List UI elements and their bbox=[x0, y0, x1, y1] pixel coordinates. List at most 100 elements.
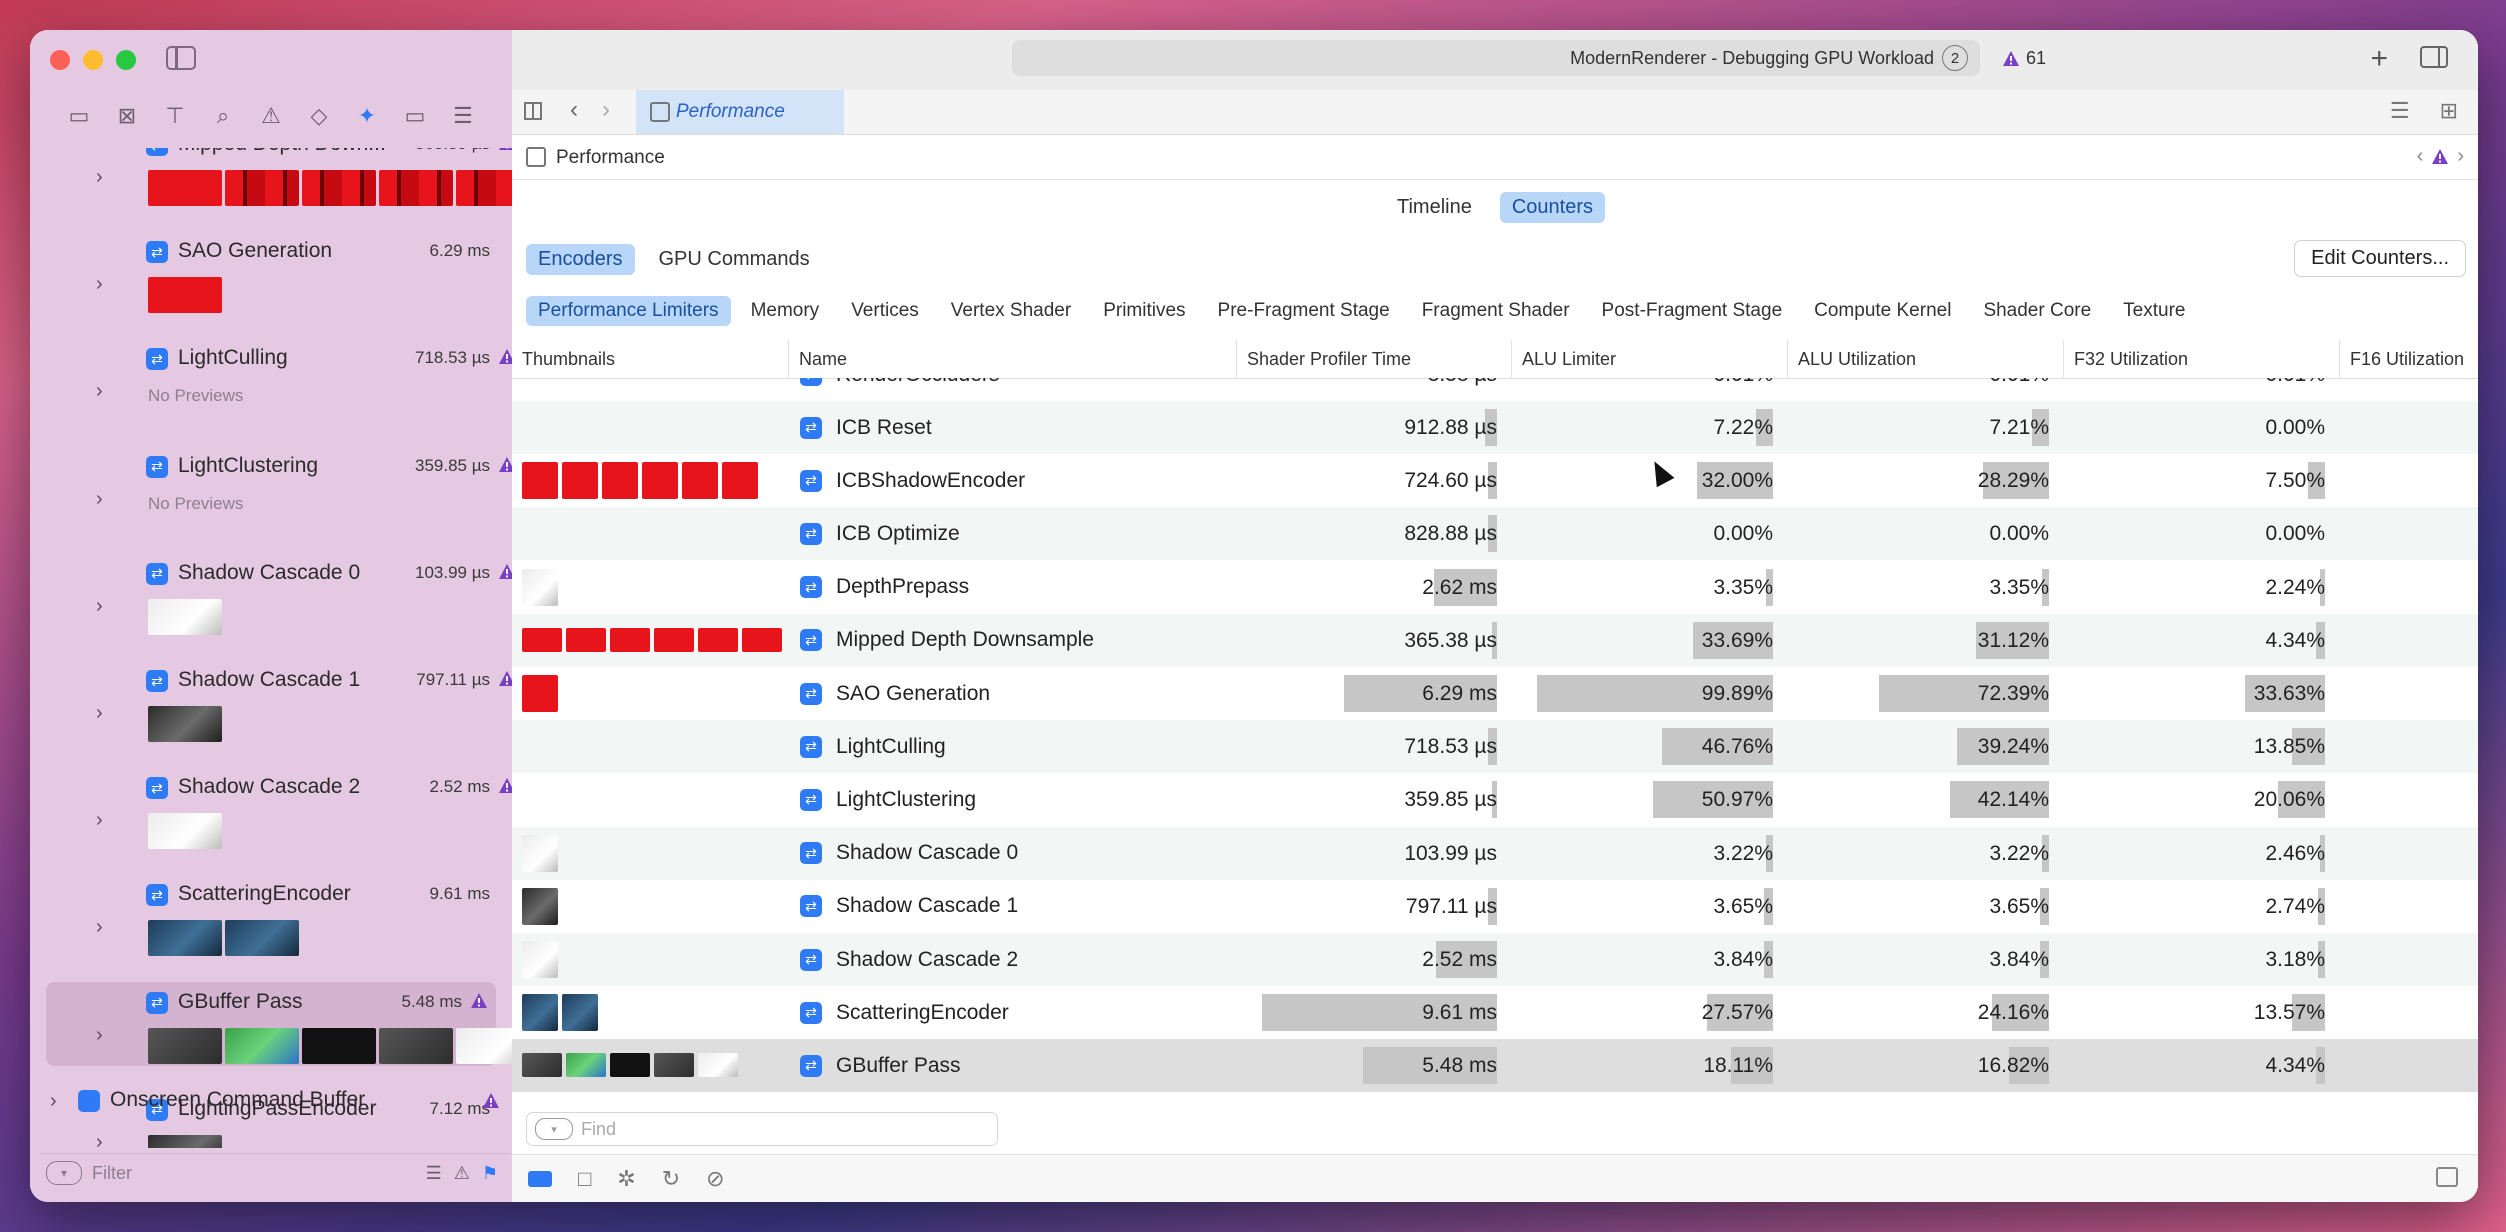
table-find-field[interactable]: ▾ Find bbox=[526, 1112, 998, 1146]
segment-gpu-commands[interactable]: GPU Commands bbox=[647, 244, 822, 275]
chevron-left-icon[interactable]: ‹ bbox=[570, 96, 578, 124]
folder-icon[interactable]: ▭ bbox=[58, 98, 100, 134]
flag-filter-icon[interactable]: ⚑ bbox=[482, 1163, 498, 1184]
thumbnail-image[interactable] bbox=[379, 1027, 453, 1064]
chevron-right-icon[interactable]: › bbox=[602, 96, 610, 124]
symbol-icon[interactable]: ⊤ bbox=[154, 98, 196, 134]
thumbnail-image[interactable] bbox=[610, 1053, 650, 1078]
thumbnail-image[interactable] bbox=[722, 462, 758, 500]
report-icon[interactable]: ☰ bbox=[442, 98, 484, 134]
test-icon[interactable]: ◇ bbox=[298, 98, 340, 134]
thumbnail-image[interactable] bbox=[302, 1027, 376, 1064]
thumbnail-image[interactable] bbox=[522, 941, 558, 978]
thumbnail-image[interactable] bbox=[456, 1027, 512, 1064]
square-icon[interactable]: □ bbox=[578, 1166, 591, 1192]
thumbnail-image[interactable] bbox=[682, 462, 718, 500]
chevron-left-icon[interactable]: ‹ bbox=[2417, 145, 2424, 168]
sidebar-toggle-icon[interactable] bbox=[166, 46, 196, 70]
compass-icon[interactable]: ⊘ bbox=[706, 1166, 724, 1192]
column-header-alu-limiter[interactable]: ALU Limiter bbox=[1511, 340, 1787, 378]
thumbnail-image[interactable] bbox=[225, 170, 299, 206]
chevron-right-icon[interactable]: › bbox=[2457, 145, 2464, 168]
thumbnail-image[interactable] bbox=[302, 170, 376, 206]
navigator-item[interactable]: › ⇄ Mipped Depth Down... 365.39 µs bbox=[74, 148, 512, 208]
issue-icon[interactable]: ⚠ bbox=[250, 98, 292, 134]
thumbnail-image[interactable] bbox=[522, 887, 558, 925]
table-row[interactable]: ⇄ LightCulling 718.53 µs 46.76% 39.24% 13.85% bbox=[512, 720, 2478, 774]
thumbnail-image[interactable] bbox=[642, 462, 678, 500]
chevron-right-icon[interactable]: › bbox=[96, 916, 103, 939]
thumbnail-image[interactable] bbox=[562, 462, 598, 500]
minimize-button[interactable] bbox=[83, 50, 103, 70]
close-button[interactable] bbox=[50, 50, 70, 70]
thumbnail-image[interactable] bbox=[566, 627, 606, 652]
thumbnail-image[interactable] bbox=[654, 1053, 694, 1078]
search-icon[interactable]: ⌕ bbox=[202, 98, 244, 134]
table-row[interactable]: ⇄ Shadow Cascade 2 2.52 ms 3.84% 3.84% 3.18% bbox=[512, 933, 2478, 986]
thumbnail-image[interactable] bbox=[379, 170, 453, 206]
thumbnail-image[interactable] bbox=[522, 568, 558, 606]
chevron-right-icon[interactable]: › bbox=[96, 702, 103, 725]
column-header-f32-utilization[interactable]: F32 Utilization bbox=[2063, 340, 2339, 378]
column-header-name[interactable]: Name bbox=[788, 340, 1236, 378]
navigator-item[interactable]: › ⇄ LightClustering 359.85 µs No Previews bbox=[74, 446, 512, 530]
thumbnail-image[interactable] bbox=[602, 462, 638, 500]
chevron-right-icon[interactable]: › bbox=[96, 166, 103, 189]
column-header-shader-profiler-time[interactable]: Shader Profiler Time bbox=[1236, 340, 1511, 378]
navigator-item[interactable]: › ⇄ ScatteringEncoder 9.61 ms bbox=[74, 874, 512, 958]
thumbnail-image[interactable] bbox=[654, 627, 694, 652]
table-row[interactable]: ⇄ ScatteringEncoder 9.61 ms 27.57% 24.16% 13.… bbox=[512, 986, 2478, 1039]
activity-badge[interactable]: 2 bbox=[1942, 45, 1968, 71]
split-editor-icon[interactable]: ⊞ bbox=[2440, 98, 2458, 124]
issue-indicator[interactable]: 61 bbox=[2002, 48, 2046, 69]
navigator-item[interactable]: › ⇄ Shadow Cascade 0 103.99 µs bbox=[74, 553, 512, 637]
segment-post-fragment-stage[interactable]: Post-Fragment Stage bbox=[1590, 296, 1795, 326]
chevron-right-icon[interactable]: › bbox=[96, 380, 103, 403]
thumbnail-image[interactable] bbox=[698, 627, 738, 652]
chevron-right-icon[interactable]: › bbox=[96, 273, 103, 296]
table-row[interactable]: ⇄ RenderOccluders 3.58 µs 0.01% 0.01% 0.01% bbox=[512, 378, 2478, 401]
column-header-thumbnails[interactable]: Thumbnails bbox=[512, 340, 788, 378]
chevron-right-icon[interactable]: › bbox=[96, 595, 103, 618]
segment-primitives[interactable]: Primitives bbox=[1091, 296, 1197, 326]
onscreen-command-buffer[interactable]: › Onscreen Command Buffer bbox=[48, 1086, 508, 1122]
column-header-f16-utilization[interactable]: F16 Utilization bbox=[2339, 340, 2478, 378]
bug-icon[interactable]: ✲ bbox=[617, 1166, 635, 1192]
chevron-right-icon[interactable]: › bbox=[96, 488, 103, 511]
segment-vertex-shader[interactable]: Vertex Shader bbox=[939, 296, 1083, 326]
editor-options-icon[interactable]: ☰ bbox=[2390, 98, 2410, 124]
issue-filter-icon[interactable]: ⚠ bbox=[454, 1163, 470, 1184]
thumbnail-image[interactable] bbox=[562, 994, 598, 1032]
segment-timeline[interactable]: Timeline bbox=[1385, 192, 1484, 223]
warning-icon[interactable] bbox=[2431, 148, 2449, 166]
thumbnail-image[interactable] bbox=[698, 1053, 738, 1078]
filter-icon[interactable]: ▾ bbox=[535, 1118, 573, 1140]
navigator-item[interactable]: › ⇄ LightCulling 718.53 µs No Previews bbox=[74, 338, 512, 422]
navigator-item[interactable]: › ⇄ SAO Generation 6.29 ms bbox=[74, 231, 512, 315]
column-header-alu-utilization[interactable]: ALU Utilization bbox=[1787, 340, 2063, 378]
thumbnail-image[interactable] bbox=[225, 920, 299, 957]
thumbnail-image[interactable] bbox=[522, 994, 558, 1032]
segment-counters[interactable]: Counters bbox=[1499, 192, 1605, 223]
segment-vertices[interactable]: Vertices bbox=[839, 296, 931, 326]
debug-icon[interactable]: ✦ bbox=[346, 98, 388, 134]
thumbnail-image[interactable] bbox=[148, 598, 222, 635]
tab-performance[interactable]: Performance bbox=[636, 90, 844, 134]
thumbnail-image[interactable] bbox=[148, 706, 222, 742]
navigator-item[interactable]: › ⇄ Shadow Cascade 1 797.11 µs bbox=[74, 660, 512, 744]
segment-texture[interactable]: Texture bbox=[2111, 296, 2197, 326]
edit-counters-button[interactable]: Edit Counters... bbox=[2294, 240, 2466, 277]
thumbnail-image[interactable] bbox=[610, 627, 650, 652]
table-row[interactable]: ⇄ GBuffer Pass 5.48 ms 18.11% 16.82% 4.34% bbox=[512, 1039, 2478, 1092]
navigator-item[interactable]: › ⇄ Shadow Cascade 2 2.52 ms bbox=[74, 767, 512, 851]
thumbnail-image[interactable] bbox=[148, 170, 222, 206]
inspector-toggle-icon[interactable] bbox=[2420, 46, 2448, 68]
thumbnail-image[interactable] bbox=[522, 834, 558, 872]
filter-icon[interactable]: ▾ bbox=[46, 1161, 82, 1185]
table-row[interactable]: ⇄ ICB Optimize 828.88 µs 0.00% 0.00% 0.00% bbox=[512, 507, 2478, 561]
table-row[interactable]: ⇄ ICBShadowEncoder 724.60 µs 32.00% 28.29% 7.… bbox=[512, 454, 2478, 507]
thumbnail-image[interactable] bbox=[148, 277, 222, 314]
segment-memory[interactable]: Memory bbox=[739, 296, 832, 326]
thumbnail-image[interactable] bbox=[148, 813, 222, 850]
refresh-icon[interactable]: ↻ bbox=[662, 1166, 680, 1192]
